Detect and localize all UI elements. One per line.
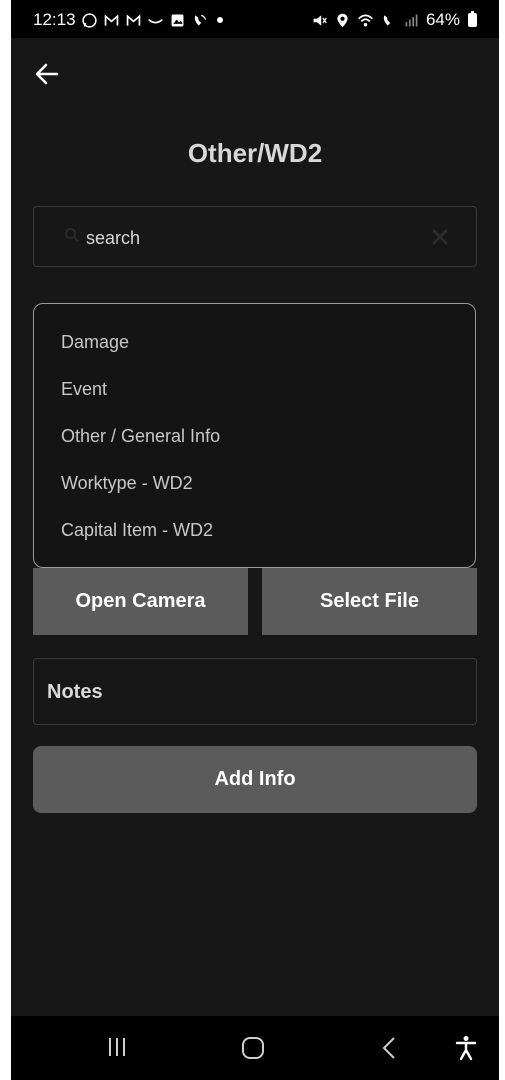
select-file-button[interactable]: Select File <box>262 568 477 635</box>
open-camera-button[interactable]: Open Camera <box>33 568 248 635</box>
list-item-worktype-wd2[interactable]: Worktype - WD2 <box>61 473 193 494</box>
status-time: 12:13 <box>33 10 76 29</box>
page-title: Other/WD2 <box>187 138 323 168</box>
status-right: 64% <box>311 10 477 30</box>
search-input[interactable] <box>84 217 418 259</box>
wifi-calling-icon <box>194 14 206 26</box>
wifi-icon <box>358 14 373 26</box>
status-bar: 12:13 64% <box>11 0 499 38</box>
app-screen: 12:13 64% Other/WD2 search Damage Event … <box>11 0 499 1080</box>
close-icon[interactable] <box>430 227 450 247</box>
category-dropdown-list: Damage Event Other / General Info Workty… <box>33 303 476 568</box>
list-item-damage[interactable]: Damage <box>61 332 129 353</box>
list-item-other-general-info[interactable]: Other / General Info <box>61 426 220 447</box>
list-item-event[interactable]: Event <box>61 379 107 400</box>
notes-field[interactable]: Notes <box>33 658 477 725</box>
notification-dot-icon <box>216 17 223 23</box>
messenger-icon <box>147 18 163 23</box>
accessibility-icon[interactable] <box>454 1035 478 1061</box>
back-icon[interactable] <box>381 1036 397 1060</box>
system-nav-bar <box>11 1016 499 1080</box>
signal-icon <box>405 14 418 26</box>
volte-icon <box>383 14 391 26</box>
home-icon[interactable] <box>241 1036 265 1060</box>
gallery-icon <box>171 14 183 26</box>
battery-percent: 64% <box>425 10 460 29</box>
notes-label: Notes <box>47 681 103 703</box>
whatsapp-icon <box>81 12 97 28</box>
gmail-icon <box>104 13 118 26</box>
status-left: 12:13 <box>33 10 223 30</box>
back-arrow-icon[interactable] <box>33 60 61 88</box>
recent-apps-icon[interactable] <box>106 1036 128 1058</box>
gmail-icon <box>126 13 140 26</box>
search-box <box>33 206 477 267</box>
search-icon <box>65 228 79 242</box>
add-info-button[interactable]: Add Info <box>33 746 477 813</box>
battery-icon <box>468 11 477 27</box>
mute-icon <box>313 14 327 26</box>
list-item-capital-item-wd2[interactable]: Capital Item - WD2 <box>61 520 213 541</box>
location-icon <box>337 13 348 27</box>
